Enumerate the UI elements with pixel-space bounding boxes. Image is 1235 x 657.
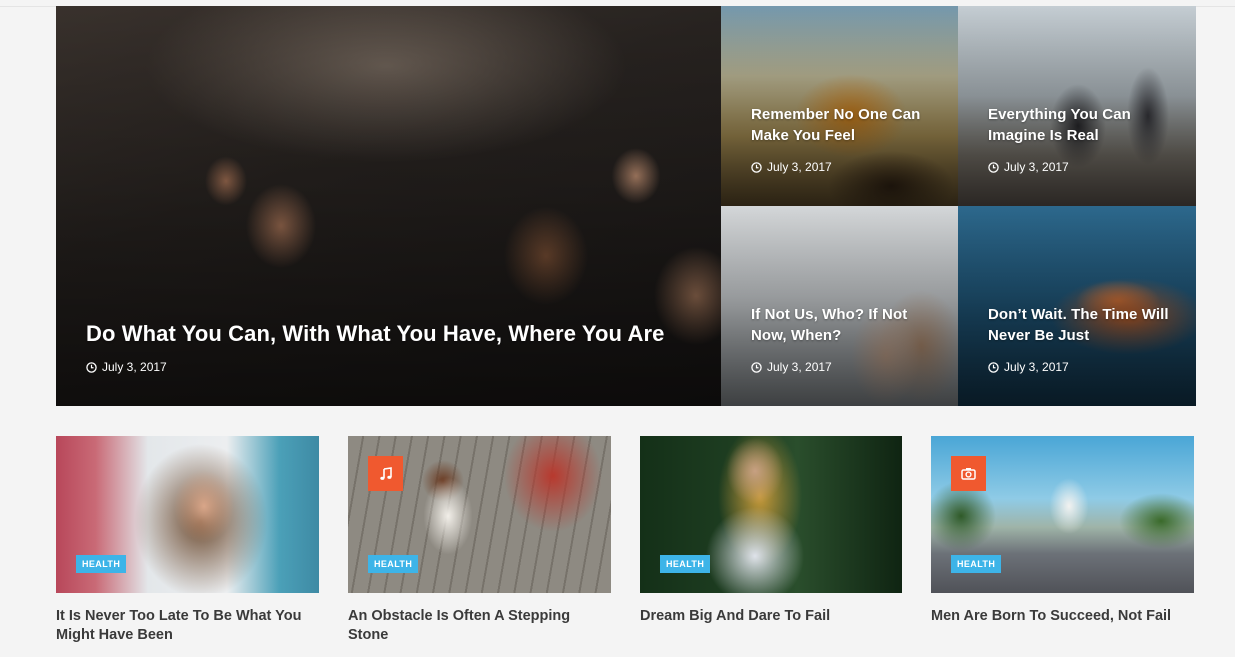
category-badge[interactable]: HEALTH bbox=[76, 555, 127, 573]
post-date: July 3, 2017 bbox=[751, 360, 934, 374]
clock-icon bbox=[751, 361, 762, 373]
post-card[interactable]: HEALTH It Is Never Too Late To Be What Y… bbox=[56, 436, 319, 645]
post-card[interactable]: HEALTH An Obstacle Is Often A Stepping S… bbox=[348, 436, 611, 645]
gallery-format-badge bbox=[951, 456, 986, 491]
post-card[interactable]: HEALTH Dream Big And Dare To Fail bbox=[640, 436, 902, 645]
post-title[interactable]: It Is Never Too Late To Be What You Migh… bbox=[56, 607, 319, 645]
clock-icon bbox=[751, 161, 762, 173]
post-thumbnail[interactable]: HEALTH bbox=[931, 436, 1194, 593]
post-date-text: July 3, 2017 bbox=[102, 360, 167, 374]
featured-grid: Do What You Can, With What You Have, Whe… bbox=[56, 6, 1196, 406]
featured-side-post[interactable]: If Not Us, Who? If Not Now, When? July 3… bbox=[721, 206, 958, 406]
post-title[interactable]: Men Are Born To Succeed, Not Fail bbox=[931, 607, 1194, 626]
post-date: July 3, 2017 bbox=[988, 360, 1172, 374]
category-badge[interactable]: HEALTH bbox=[660, 555, 711, 573]
post-date: July 3, 2017 bbox=[86, 360, 697, 374]
post-date: July 3, 2017 bbox=[751, 160, 934, 174]
featured-side-post[interactable]: Don’t Wait. The Time Will Never Be Just … bbox=[958, 206, 1196, 406]
post-card-row: HEALTH It Is Never Too Late To Be What Y… bbox=[56, 436, 1196, 645]
clock-icon bbox=[988, 161, 999, 173]
post-title[interactable]: Dream Big And Dare To Fail bbox=[640, 607, 902, 626]
post-date-text: July 3, 2017 bbox=[767, 360, 832, 374]
clock-icon bbox=[988, 361, 999, 373]
audio-format-badge bbox=[368, 456, 403, 491]
featured-side-post[interactable]: Everything You Can Imagine Is Real July … bbox=[958, 6, 1196, 206]
post-title[interactable]: An Obstacle Is Often A Stepping Stone bbox=[348, 607, 611, 645]
category-badge[interactable]: HEALTH bbox=[368, 555, 419, 573]
featured-side-title[interactable]: Everything You Can Imagine Is Real bbox=[988, 104, 1172, 146]
music-icon bbox=[379, 466, 392, 480]
camera-icon bbox=[961, 468, 976, 480]
post-thumbnail[interactable]: HEALTH bbox=[348, 436, 611, 593]
featured-side-title[interactable]: Don’t Wait. The Time Will Never Be Just bbox=[988, 304, 1172, 346]
featured-side-title[interactable]: Remember No One Can Make You Feel bbox=[751, 104, 934, 146]
post-thumbnail[interactable]: HEALTH bbox=[640, 436, 902, 593]
featured-side-title[interactable]: If Not Us, Who? If Not Now, When? bbox=[751, 304, 934, 346]
post-card[interactable]: HEALTH Men Are Born To Succeed, Not Fail bbox=[931, 436, 1194, 645]
post-date-text: July 3, 2017 bbox=[1004, 360, 1069, 374]
featured-main-title[interactable]: Do What You Can, With What You Have, Whe… bbox=[86, 320, 697, 348]
category-badge[interactable]: HEALTH bbox=[951, 555, 1002, 573]
clock-icon bbox=[86, 361, 97, 373]
post-date-text: July 3, 2017 bbox=[767, 160, 832, 174]
featured-main-post[interactable]: Do What You Can, With What You Have, Whe… bbox=[56, 6, 721, 406]
post-thumbnail[interactable]: HEALTH bbox=[56, 436, 319, 593]
post-date-text: July 3, 2017 bbox=[1004, 160, 1069, 174]
featured-side-post[interactable]: Remember No One Can Make You Feel July 3… bbox=[721, 6, 958, 206]
post-date: July 3, 2017 bbox=[988, 160, 1172, 174]
